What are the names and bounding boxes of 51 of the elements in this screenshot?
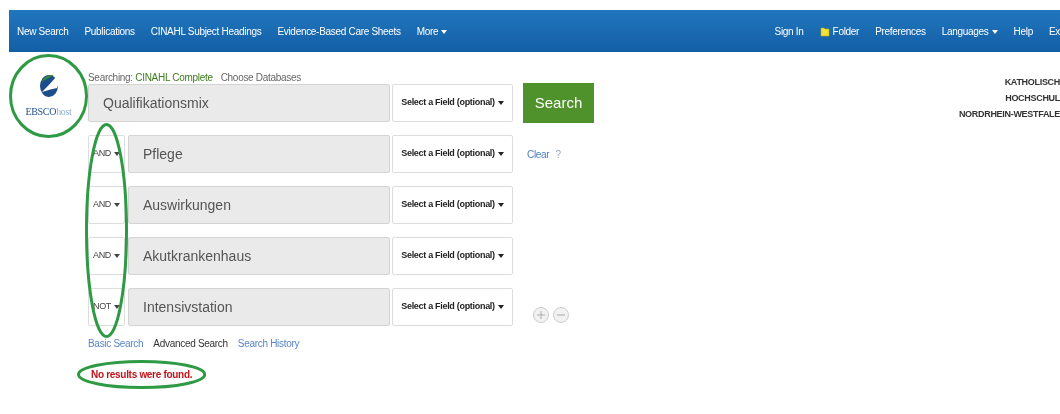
caret-icon: [114, 254, 121, 258]
caret-icon: [991, 29, 998, 34]
operator-dropdown[interactable]: AND: [88, 237, 125, 275]
clear-link[interactable]: Clear: [527, 146, 550, 162]
operator-dropdown[interactable]: AND: [88, 186, 125, 224]
logo-icon: [37, 72, 60, 98]
nav-link[interactable]: Publications: [84, 23, 135, 39]
search-button[interactable]: Search: [523, 83, 594, 123]
caret-icon: [497, 203, 504, 207]
search-mode-link[interactable]: Search History: [237, 338, 300, 349]
folder-icon: [819, 25, 830, 37]
nav-link[interactable]: Folder: [819, 23, 860, 39]
search-term-field[interactable]: Akutkrankenhaus: [128, 237, 390, 275]
logo-text: EBSCOhost: [25, 105, 72, 119]
caret-icon: [114, 203, 121, 207]
institution-name-line: NORDRHEIN-WESTFALE: [958, 108, 1060, 121]
field-dropdown[interactable]: Select a Field (optional): [392, 84, 513, 122]
caret-icon: [497, 101, 504, 105]
search-term-field[interactable]: Pflege: [128, 135, 390, 173]
caret-icon: [497, 305, 504, 309]
field-dropdown[interactable]: Select a Field (optional): [392, 135, 513, 173]
nav-link[interactable]: More: [416, 23, 448, 39]
search-mode-link[interactable]: Advanced Search: [153, 338, 228, 349]
field-dropdown[interactable]: Select a Field (optional): [392, 186, 513, 224]
nav-link[interactable]: CINAHL Subject Headings: [150, 23, 262, 39]
search-term-field[interactable]: Intensivstation: [128, 288, 390, 326]
caret-icon: [497, 152, 504, 156]
database-name: CINAHL Complete: [135, 72, 213, 83]
search-term-field[interactable]: Auswirkungen: [128, 186, 390, 224]
nav-link[interactable]: Languages: [941, 23, 998, 39]
search-term-field[interactable]: Qualifikationsmix: [88, 84, 390, 122]
nav-link[interactable]: New Search: [17, 23, 69, 39]
nav-link[interactable]: Preferences: [875, 23, 926, 39]
field-dropdown[interactable]: Select a Field (optional): [392, 288, 513, 326]
add-row-icon[interactable]: [533, 307, 549, 323]
caret-icon: [114, 305, 121, 309]
search-mode-link[interactable]: Basic Search: [88, 338, 144, 349]
nav-link[interactable]: Help: [1013, 23, 1033, 39]
remove-row-icon[interactable]: [553, 307, 569, 323]
nav-link[interactable]: Ex: [1048, 23, 1060, 39]
nav-link[interactable]: Sign In: [774, 23, 804, 39]
choose-databases-link[interactable]: Choose Databases: [220, 72, 301, 83]
institution-name-line: HOCHSCHUL: [1004, 92, 1060, 105]
nav-link[interactable]: Evidence-Based Care Sheets: [277, 23, 401, 39]
field-dropdown[interactable]: Select a Field (optional): [392, 237, 513, 275]
searching-label: Searching:: [88, 72, 134, 83]
no-results-message: No results were found.: [91, 367, 193, 382]
caret-icon: [114, 152, 121, 156]
institution-name-line: KATHOLISCH: [1003, 76, 1060, 89]
caret-icon: [497, 254, 504, 258]
caret-icon: [441, 29, 448, 34]
